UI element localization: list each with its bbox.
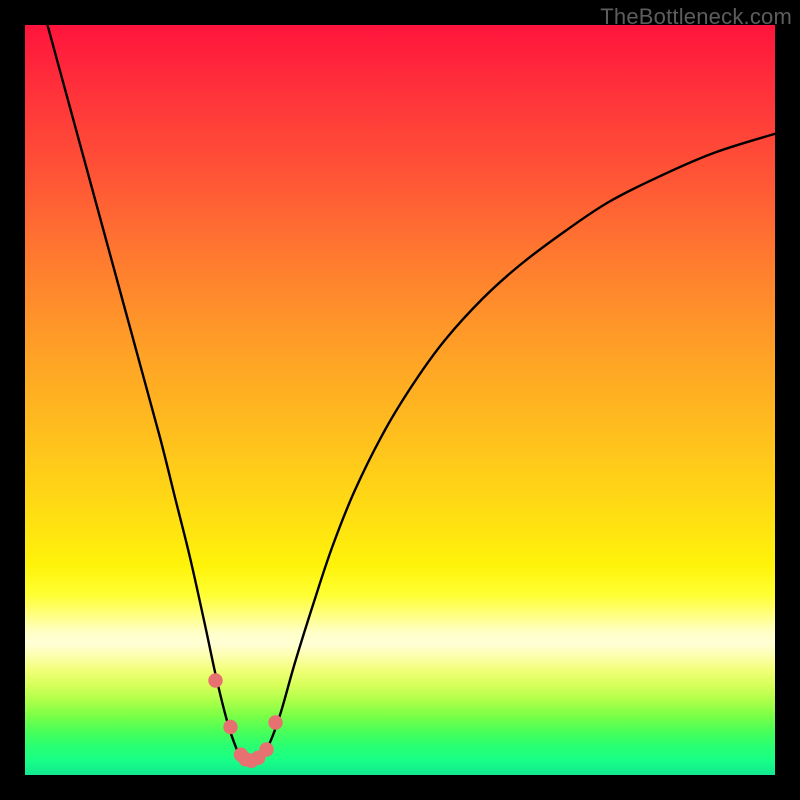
curve-marker (208, 673, 222, 687)
curve-marker (268, 715, 282, 729)
watermark-text: TheBottleneck.com (600, 4, 792, 30)
bottleneck-curve (25, 25, 775, 775)
curve-marker (259, 742, 273, 756)
curve-marker (223, 720, 237, 734)
chart-plot-area (25, 25, 775, 775)
curve-line (48, 25, 776, 762)
